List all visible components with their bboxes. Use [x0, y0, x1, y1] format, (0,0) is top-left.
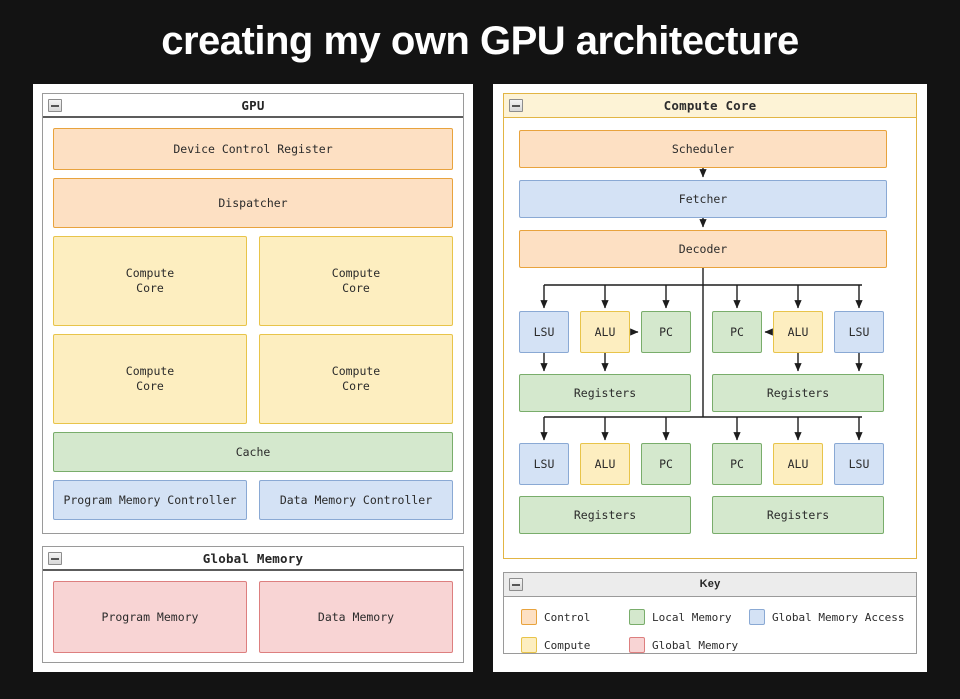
key-panel-titlebar: Key — [504, 573, 916, 597]
block-scheduler[interactable]: Scheduler — [519, 130, 887, 168]
key-swatch-compute — [521, 637, 537, 653]
left-card: GPU Device Control Register Dispatcher C… — [33, 84, 473, 672]
block-registers-row1-right[interactable]: Registers — [712, 374, 884, 412]
block-alu-row1-right[interactable]: ALU — [773, 311, 823, 353]
block-device-control-register[interactable]: Device Control Register — [53, 128, 453, 170]
block-lsu-row1-right[interactable]: LSU — [834, 311, 884, 353]
block-pc-row1-right[interactable]: PC — [712, 311, 762, 353]
key-panel-title: Key — [700, 578, 721, 590]
block-dispatcher[interactable]: Dispatcher — [53, 178, 453, 228]
minimize-icon[interactable] — [48, 552, 62, 565]
key-swatch-global-memory-access — [749, 609, 765, 625]
right-card: Compute Core — [493, 84, 927, 672]
key-item-global-memory: Global Memory — [629, 637, 738, 653]
block-cache[interactable]: Cache — [53, 432, 453, 472]
diagram-root: creating my own GPU architecture GPU Dev… — [0, 0, 960, 699]
gpu-panel-title: GPU — [241, 98, 264, 113]
block-program-memory-controller[interactable]: Program Memory Controller — [53, 480, 247, 520]
block-lsu-row1-left[interactable]: LSU — [519, 311, 569, 353]
block-registers-row2-left[interactable]: Registers — [519, 496, 691, 534]
block-program-memory[interactable]: Program Memory — [53, 581, 247, 653]
block-fetcher[interactable]: Fetcher — [519, 180, 887, 218]
key-label-local-memory: Local Memory — [652, 611, 731, 624]
block-alu-row2-right[interactable]: ALU — [773, 443, 823, 485]
gpu-panel: GPU Device Control Register Dispatcher C… — [42, 93, 464, 534]
block-data-memory[interactable]: Data Memory — [259, 581, 453, 653]
global-memory-panel-title: Global Memory — [203, 551, 303, 566]
minimize-icon[interactable] — [509, 578, 523, 591]
key-item-compute: Compute — [521, 637, 590, 653]
block-pc-row2-left[interactable]: PC — [641, 443, 691, 485]
compute-core-panel: Compute Core — [503, 93, 917, 559]
key-label-global-memory: Global Memory — [652, 639, 738, 652]
key-swatch-local-memory — [629, 609, 645, 625]
block-compute-core-3[interactable]: Compute Core — [259, 334, 453, 424]
global-memory-panel-titlebar: Global Memory — [43, 547, 463, 571]
block-compute-core-2[interactable]: Compute Core — [53, 334, 247, 424]
block-registers-row1-left[interactable]: Registers — [519, 374, 691, 412]
block-data-memory-controller[interactable]: Data Memory Controller — [259, 480, 453, 520]
block-registers-row2-right[interactable]: Registers — [712, 496, 884, 534]
key-item-global-memory-access: Global Memory Access — [749, 609, 904, 625]
minimize-icon[interactable] — [509, 99, 523, 112]
block-pc-row1-left[interactable]: PC — [641, 311, 691, 353]
compute-core-panel-title: Compute Core — [664, 98, 757, 113]
block-lsu-row2-right[interactable]: LSU — [834, 443, 884, 485]
block-pc-row2-right[interactable]: PC — [712, 443, 762, 485]
key-panel: Key Control Local Memory Global Memory A… — [503, 572, 917, 654]
key-label-global-memory-access: Global Memory Access — [772, 611, 904, 624]
key-item-local-memory: Local Memory — [629, 609, 731, 625]
minimize-icon[interactable] — [48, 99, 62, 112]
block-compute-core-1[interactable]: Compute Core — [259, 236, 453, 326]
block-compute-core-0[interactable]: Compute Core — [53, 236, 247, 326]
page-title: creating my own GPU architecture — [0, 16, 960, 66]
key-item-control: Control — [521, 609, 590, 625]
block-alu-row2-left[interactable]: ALU — [580, 443, 630, 485]
block-alu-row1-left[interactable]: ALU — [580, 311, 630, 353]
block-lsu-row2-left[interactable]: LSU — [519, 443, 569, 485]
key-swatch-global-memory — [629, 637, 645, 653]
key-label-control: Control — [544, 611, 590, 624]
gpu-panel-titlebar: GPU — [43, 94, 463, 118]
key-label-compute: Compute — [544, 639, 590, 652]
global-memory-panel: Global Memory Program Memory Data Memory — [42, 546, 464, 663]
compute-core-panel-titlebar: Compute Core — [504, 94, 916, 118]
block-decoder[interactable]: Decoder — [519, 230, 887, 268]
key-swatch-control — [521, 609, 537, 625]
